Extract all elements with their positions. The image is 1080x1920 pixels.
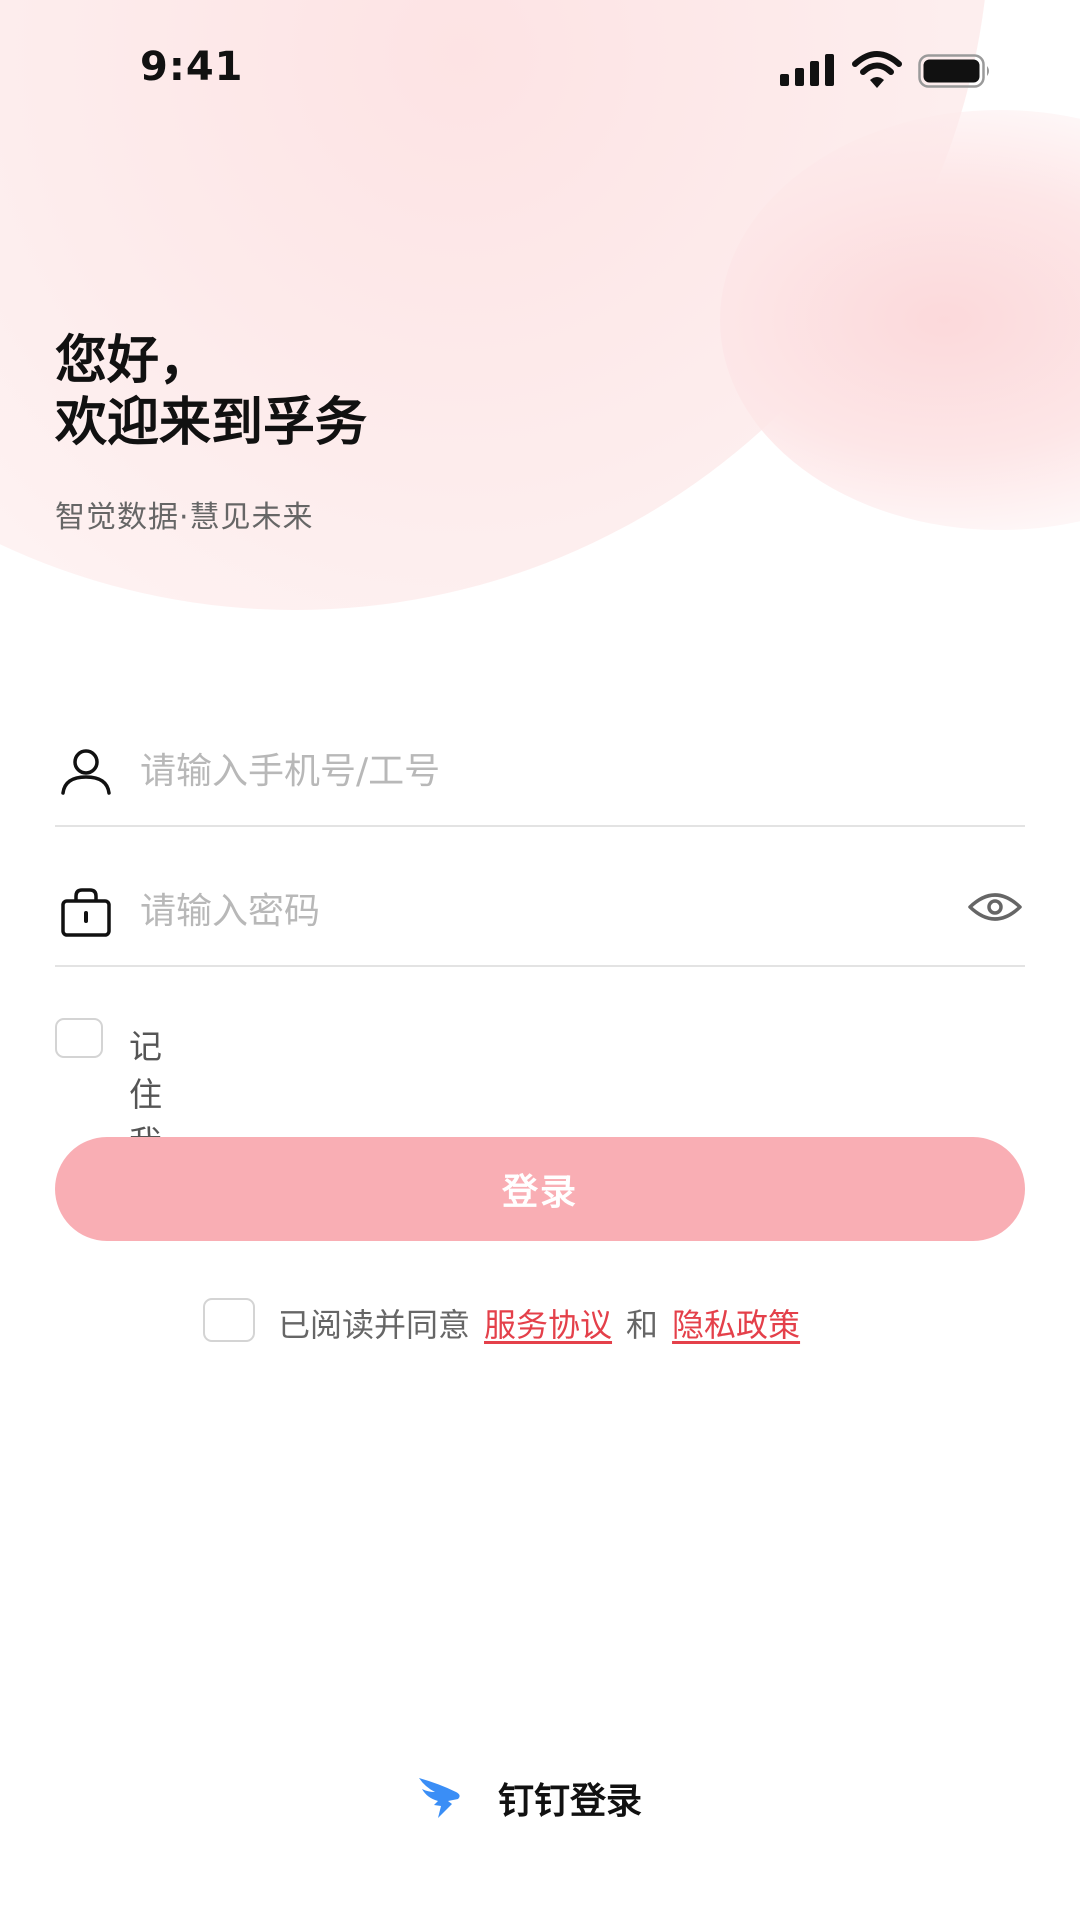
wifi-icon (852, 51, 902, 88)
agreement-text: 已阅读并同意 服务协议和隐私政策 (278, 1300, 800, 1346)
service-agreement-link[interactable]: 服务协议 (484, 1306, 612, 1344)
password-field (55, 845, 1025, 967)
phone-input[interactable] (140, 733, 920, 809)
agreement-checkbox[interactable] (203, 1298, 255, 1342)
slogan-text: 智觉数据·慧见未来 (55, 500, 314, 535)
password-input[interactable] (140, 873, 920, 949)
status-time: 9:41 (140, 44, 244, 90)
cellular-signal-icon (780, 54, 836, 86)
agreement-connector: 和 (626, 1306, 659, 1344)
phone-field (55, 705, 1025, 827)
login-button[interactable]: 登录 (55, 1137, 1025, 1241)
eye-icon[interactable] (967, 887, 1023, 927)
login-screen: 9:41 您好， 欢迎来到孚务 智觉数据·慧见未来 请输入手机号/工号 记住 登… (0, 0, 1080, 1920)
agreement-lead-text: 已阅读并同意 (278, 1306, 471, 1344)
privacy-policy-link[interactable]: 隐私政策 (672, 1306, 800, 1344)
user-icon (61, 749, 111, 795)
remember-me-checkbox[interactable] (55, 1018, 103, 1058)
battery-icon (918, 54, 989, 88)
dingtalk-login-label: 钉钉登录 (498, 1781, 643, 1822)
welcome-heading-line2: 欢迎来到孚务 (55, 393, 368, 453)
remember-me[interactable]: 记住我 (55, 1018, 162, 1162)
welcome-heading: 您好， 欢迎来到孚务 (55, 330, 367, 454)
lock-icon (61, 888, 111, 937)
welcome-heading-line1: 您好， (55, 331, 212, 391)
dingtalk-icon (419, 1778, 460, 1818)
